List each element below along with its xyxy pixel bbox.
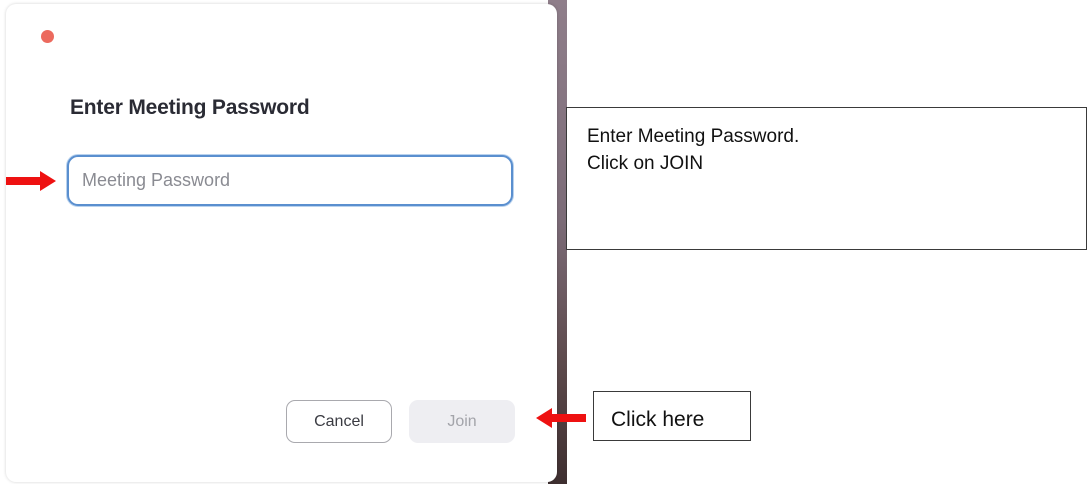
join-button[interactable]: Join (409, 400, 515, 443)
meeting-password-dialog: Enter Meeting Password Cancel Join (6, 4, 557, 482)
left-arrow-icon (536, 408, 586, 428)
dialog-title: Enter Meeting Password (70, 96, 310, 119)
right-arrow-icon (6, 171, 56, 191)
cancel-button[interactable]: Cancel (286, 400, 392, 443)
instructions-callout: Enter Meeting Password. Click on JOIN (566, 107, 1087, 250)
meeting-password-input[interactable] (67, 155, 513, 206)
instruction-line-1: Enter Meeting Password. (587, 126, 800, 147)
instruction-line-2: Click on JOIN (587, 153, 704, 174)
click-here-callout: Click here (593, 391, 751, 441)
close-icon[interactable] (41, 30, 54, 43)
